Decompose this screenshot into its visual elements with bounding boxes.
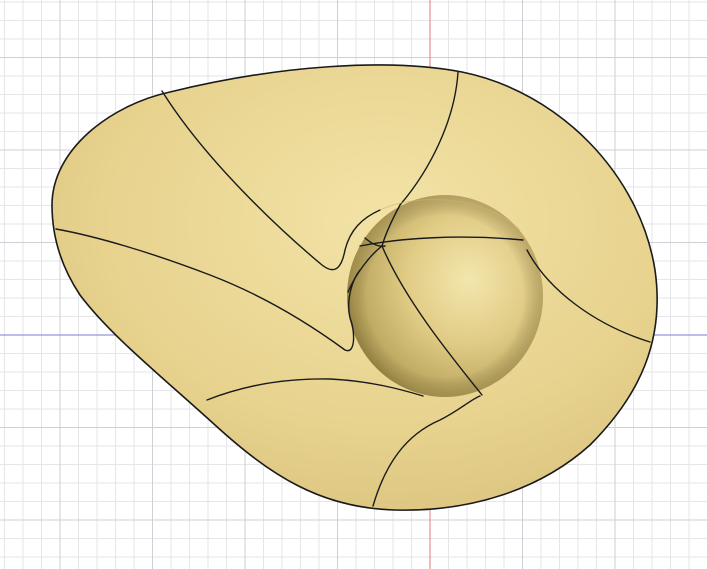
viewport-canvas[interactable] — [0, 0, 707, 569]
cavity-rim-shade — [347, 195, 543, 397]
cad-viewport[interactable] — [0, 0, 707, 569]
3d-model-shell[interactable] — [51, 64, 658, 511]
